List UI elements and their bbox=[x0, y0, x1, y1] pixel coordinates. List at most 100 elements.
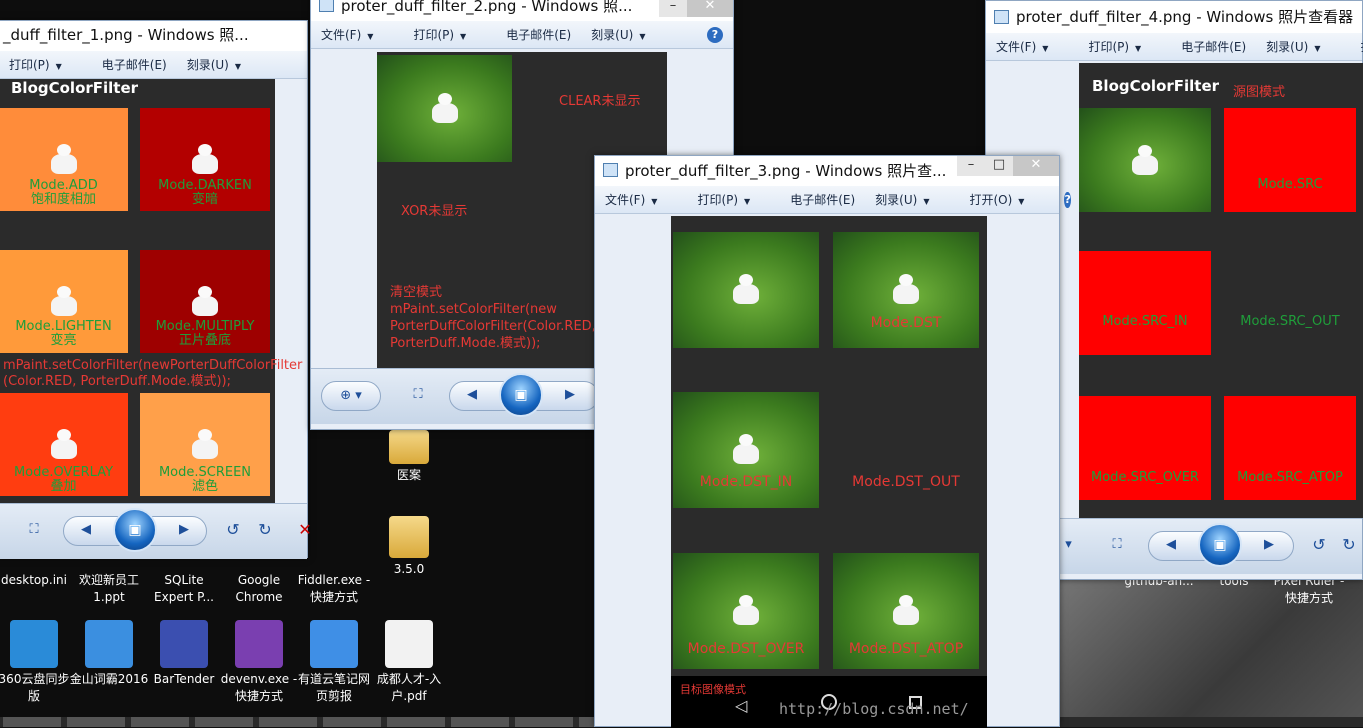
window-controls: – ✕ bbox=[659, 0, 733, 17]
zoom-button[interactable]: ⊕ ▾ bbox=[321, 381, 381, 411]
maximize-button[interactable]: □ bbox=[985, 156, 1013, 176]
photo-viewer-window-1[interactable]: _duff_filter_1.png - Windows 照... 打印(P) ▼… bbox=[0, 20, 312, 559]
window-title: _duff_filter_1.png - Windows 照... bbox=[3, 26, 249, 44]
menu-burn[interactable]: 刻录(U) ▼ bbox=[875, 191, 949, 208]
filtered-image bbox=[1224, 108, 1356, 212]
watermark: http://blog.csdn.net/ bbox=[779, 700, 969, 718]
desktop-icon-label: 3.5.0 bbox=[393, 562, 425, 576]
src-note: 源图模式 bbox=[1233, 85, 1286, 100]
close-button[interactable]: ✕ bbox=[687, 0, 733, 17]
desktop-icon-fiddler[interactable]: Fiddler.exe - 快捷方式 bbox=[293, 572, 375, 606]
mode-label: Mode.MULTIPLY 正片叠底 bbox=[155, 319, 255, 348]
back-icon[interactable]: ◁ bbox=[735, 696, 747, 715]
desktop-icon-label: 医案 bbox=[396, 468, 421, 482]
mode-label: Mode.ADD 饱和度相加 bbox=[29, 178, 98, 207]
desktop-icon-sqlite[interactable]: SQLite Expert P... bbox=[143, 572, 225, 606]
slideshow-button[interactable]: ▣ bbox=[499, 373, 543, 417]
source-image bbox=[1079, 108, 1211, 212]
menu-print[interactable]: 打印(P) ▼ bbox=[9, 56, 82, 73]
image-canvas: Mode.DST Mode.DST_IN Mode.DST_OUT Mode.D… bbox=[671, 216, 987, 728]
desktop-icon-label: SQLite Expert P... bbox=[154, 573, 214, 604]
source-image bbox=[377, 55, 512, 162]
menu-file[interactable]: 文件(F) ▼ bbox=[996, 38, 1068, 55]
mode-label: Mode.SRC_OUT bbox=[1240, 314, 1340, 329]
app-title: BlogColorFilter bbox=[11, 79, 139, 97]
mode-label: Mode.SCREEN 滤色 bbox=[158, 465, 252, 494]
folder-icon bbox=[389, 516, 429, 558]
desktop-icon-iciba[interactable]: 金山词霸2016 bbox=[68, 620, 150, 688]
app-title: BlogColorFilter bbox=[1092, 77, 1220, 95]
desktop-icon-label: desktop.ini bbox=[1, 573, 67, 587]
photo-viewer-window-3[interactable]: proter_duff_filter_3.png - Windows 照片查..… bbox=[594, 155, 1071, 728]
close-button[interactable]: ✕ bbox=[1013, 156, 1059, 176]
mode-label: Mode.DST_ATOP bbox=[848, 641, 964, 657]
menu-email[interactable]: 电子邮件(E) bbox=[102, 56, 167, 73]
desktop-icon-folder-350[interactable]: 3.5.0 bbox=[368, 516, 450, 578]
menu-email[interactable]: 电子邮件(E) bbox=[1181, 38, 1246, 55]
previous-button[interactable]: ◀ bbox=[457, 381, 487, 411]
title-bar[interactable]: proter_duff_filter_4.png - Windows 照片查看器 bbox=[986, 1, 1362, 33]
rotate-left-icon[interactable]: ↺ bbox=[1306, 531, 1332, 561]
mode-label: Mode.LIGHTEN 变亮 bbox=[15, 319, 112, 348]
desktop-icon-pdf[interactable]: 成都人才-入户.pdf bbox=[368, 620, 450, 705]
title-bar[interactable]: proter_duff_filter_3.png - Windows 照片查..… bbox=[595, 156, 1059, 186]
next-button[interactable]: ▶ bbox=[555, 381, 585, 411]
rotate-left-icon[interactable]: ↺ bbox=[219, 516, 247, 546]
menu-print[interactable]: 打印(P) ▼ bbox=[697, 191, 770, 208]
mode-label: Mode.DST_OUT bbox=[852, 474, 960, 490]
mode-label: Mode.SRC bbox=[1257, 177, 1323, 192]
menu-email[interactable]: 电子邮件(E) bbox=[506, 26, 571, 43]
desktop-icon-label: 有道云笔记网页剪报 bbox=[297, 672, 370, 703]
rotate-right-icon[interactable]: ↻ bbox=[1336, 531, 1362, 561]
slideshow-button[interactable]: ▣ bbox=[113, 508, 157, 552]
menu-burn[interactable]: 刻录(U) ▼ bbox=[187, 56, 261, 73]
actual-size-button[interactable]: ⛶ bbox=[19, 516, 49, 546]
menu-burn[interactable]: 刻录(U) ▼ bbox=[1266, 38, 1340, 55]
menu-burn[interactable]: 刻录(U) ▼ bbox=[591, 26, 665, 43]
minimize-button[interactable]: – bbox=[957, 156, 985, 176]
desktop-icon-label: 360云盘同步版 bbox=[0, 672, 70, 703]
desktop-icon-bartender[interactable]: BarTender bbox=[143, 620, 225, 688]
folder-icon bbox=[389, 430, 429, 464]
menu-print[interactable]: 打印(P) ▼ bbox=[1088, 38, 1161, 55]
mode-label: Mode.DST_IN bbox=[699, 474, 793, 490]
previous-button[interactable]: ◀ bbox=[71, 516, 101, 546]
mode-label: Mode.DST_OVER bbox=[687, 641, 805, 657]
previous-button[interactable]: ◀ bbox=[1156, 531, 1186, 561]
mode-label: Mode.DARKEN 变暗 bbox=[158, 178, 252, 207]
code-snippet: 清空模式 mPaint.setColorFilter(new PorterDuf… bbox=[390, 285, 596, 351]
desktop-icon-desktop-ini[interactable]: desktop.ini bbox=[0, 572, 75, 589]
menu-print[interactable]: 打印(P) ▼ bbox=[413, 26, 486, 43]
desktop-icon-devenv[interactable]: devenv.exe - 快捷方式 bbox=[218, 620, 300, 705]
desktop-icon-chrome[interactable]: Google Chrome bbox=[218, 572, 300, 606]
desktop-icon-360[interactable]: 360云盘同步版 bbox=[0, 620, 75, 705]
next-button[interactable]: ▶ bbox=[1254, 531, 1284, 561]
android-nav-bar: 目标图像模式 ◁ http://blog.csdn.net/ bbox=[671, 676, 987, 728]
window-title: proter_duff_filter_2.png - Windows 照... bbox=[341, 0, 633, 15]
desktop-icon-folder[interactable]: 医案 bbox=[368, 430, 450, 484]
help-icon[interactable]: ? bbox=[707, 26, 723, 43]
minimize-button[interactable]: – bbox=[659, 0, 687, 17]
window-controls: – □ ✕ bbox=[957, 156, 1059, 176]
desktop-icon-ppt[interactable]: 欢迎新员工1.ppt bbox=[68, 572, 150, 606]
pdf-file-icon bbox=[385, 620, 433, 668]
rotate-right-icon[interactable]: ↻ bbox=[251, 516, 279, 546]
next-button[interactable]: ▶ bbox=[169, 516, 199, 546]
actual-size-button[interactable]: ⛶ bbox=[1102, 531, 1132, 561]
menu-email[interactable]: 电子邮件(E) bbox=[790, 191, 855, 208]
title-bar[interactable]: proter_duff_filter_2.png - Windows 照... … bbox=[311, 0, 733, 21]
desktop-icon-youdao[interactable]: 有道云笔记网页剪报 bbox=[293, 620, 375, 705]
code-snippet: mPaint.setColorFilter(newPorterDuffColor… bbox=[3, 358, 303, 389]
menu-file[interactable]: 文件(F) ▼ bbox=[605, 191, 677, 208]
desktop-icon-label: BarTender bbox=[153, 672, 215, 686]
delete-icon[interactable]: ✕ bbox=[295, 516, 315, 546]
actual-size-button[interactable]: ⛶ bbox=[403, 381, 433, 411]
help-icon[interactable]: ? bbox=[1064, 191, 1071, 208]
menu-open[interactable]: 打开(O)▼ bbox=[969, 191, 1044, 208]
filtered-image bbox=[673, 392, 819, 508]
scissors-icon bbox=[310, 620, 358, 668]
slideshow-button[interactable]: ▣ bbox=[1198, 523, 1242, 567]
title-bar[interactable]: _duff_filter_1.png - Windows 照... bbox=[0, 21, 307, 51]
destination-image bbox=[673, 232, 819, 348]
menu-file[interactable]: 文件(F) ▼ bbox=[321, 26, 393, 43]
